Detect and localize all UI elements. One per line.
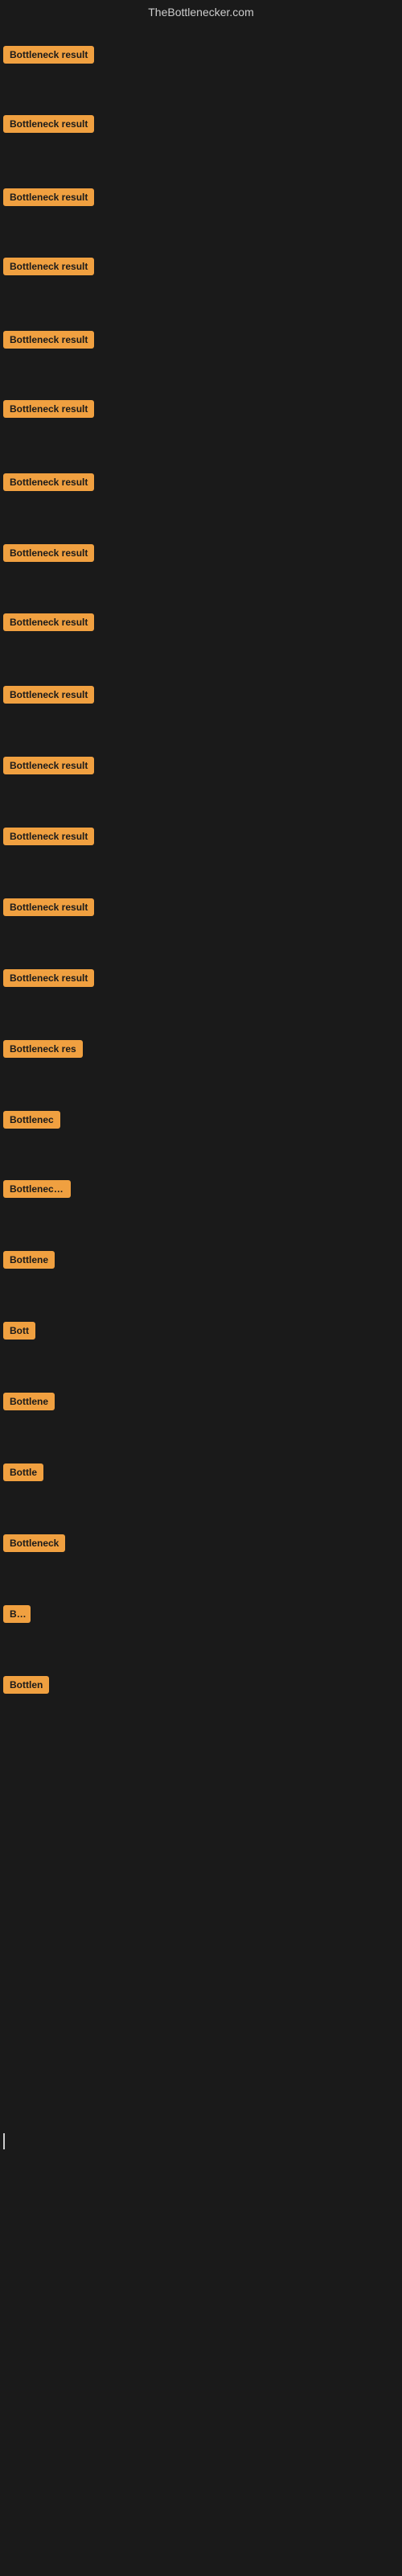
bottleneck-item-12[interactable]: Bottleneck result [3, 828, 94, 849]
bottleneck-badge-14[interactable]: Bottleneck result [3, 969, 94, 987]
bottleneck-badge-5[interactable]: Bottleneck result [3, 331, 94, 349]
bottleneck-item-11[interactable]: Bottleneck result [3, 757, 94, 778]
bottleneck-badge-21[interactable]: Bottle [3, 1463, 43, 1481]
bottleneck-badge-16[interactable]: Bottlenec [3, 1111, 60, 1129]
bottleneck-badge-19[interactable]: Bott [3, 1322, 35, 1340]
bottleneck-item-6[interactable]: Bottleneck result [3, 400, 94, 422]
bottleneck-item-5[interactable]: Bottleneck result [3, 331, 94, 353]
bottleneck-badge-12[interactable]: Bottleneck result [3, 828, 94, 845]
bottleneck-badge-24[interactable]: Bottlen [3, 1676, 49, 1694]
bottleneck-badge-22[interactable]: Bottleneck [3, 1534, 65, 1552]
site-title: TheBottlenecker.com [148, 0, 254, 25]
bottleneck-item-10[interactable]: Bottleneck result [3, 686, 94, 708]
bottleneck-item-24[interactable]: Bottlen [3, 1676, 49, 1698]
bottleneck-item-1[interactable]: Bottleneck result [3, 46, 94, 68]
bottleneck-badge-8[interactable]: Bottleneck result [3, 544, 94, 562]
bottleneck-item-17[interactable]: Bottleneck r [3, 1180, 71, 1202]
bottleneck-badge-1[interactable]: Bottleneck result [3, 46, 94, 64]
bottleneck-badge-18[interactable]: Bottlene [3, 1251, 55, 1269]
bottleneck-badge-10[interactable]: Bottleneck result [3, 686, 94, 704]
bottleneck-item-16[interactable]: Bottlenec [3, 1111, 60, 1133]
bottleneck-badge-15[interactable]: Bottleneck res [3, 1040, 83, 1058]
bottleneck-badge-6[interactable]: Bottleneck result [3, 400, 94, 418]
bottleneck-item-9[interactable]: Bottleneck result [3, 613, 94, 635]
text-cursor [3, 2133, 5, 2149]
bottleneck-item-8[interactable]: Bottleneck result [3, 544, 94, 566]
site-title-bar: TheBottlenecker.com [0, 0, 402, 24]
bottleneck-item-23[interactable]: Bot [3, 1605, 31, 1627]
bottleneck-badge-3[interactable]: Bottleneck result [3, 188, 94, 206]
bottleneck-badge-2[interactable]: Bottleneck result [3, 115, 94, 133]
bottleneck-item-3[interactable]: Bottleneck result [3, 188, 94, 210]
bottleneck-item-20[interactable]: Bottlene [3, 1393, 55, 1414]
bottleneck-badge-7[interactable]: Bottleneck result [3, 473, 94, 491]
bottleneck-badge-13[interactable]: Bottleneck result [3, 898, 94, 916]
bottleneck-item-14[interactable]: Bottleneck result [3, 969, 94, 991]
bottleneck-item-4[interactable]: Bottleneck result [3, 258, 94, 279]
bottleneck-item-7[interactable]: Bottleneck result [3, 473, 94, 495]
bottleneck-badge-11[interactable]: Bottleneck result [3, 757, 94, 774]
bottleneck-badge-4[interactable]: Bottleneck result [3, 258, 94, 275]
bottleneck-badge-23[interactable]: Bot [3, 1605, 31, 1623]
bottleneck-list: Bottleneck result Bottleneck result Bottle… [0, 24, 402, 2576]
bottleneck-item-21[interactable]: Bottle [3, 1463, 43, 1485]
bottleneck-item-22[interactable]: Bottleneck [3, 1534, 65, 1556]
bottleneck-item-15[interactable]: Bottleneck res [3, 1040, 83, 1062]
bottleneck-badge-9[interactable]: Bottleneck result [3, 613, 94, 631]
bottleneck-item-18[interactable]: Bottlene [3, 1251, 55, 1273]
bottleneck-item-19[interactable]: Bott [3, 1322, 35, 1344]
bottleneck-item-2[interactable]: Bottleneck result [3, 115, 94, 137]
bottleneck-badge-20[interactable]: Bottlene [3, 1393, 55, 1410]
bottleneck-badge-17[interactable]: Bottleneck r [3, 1180, 71, 1198]
bottleneck-item-13[interactable]: Bottleneck result [3, 898, 94, 920]
